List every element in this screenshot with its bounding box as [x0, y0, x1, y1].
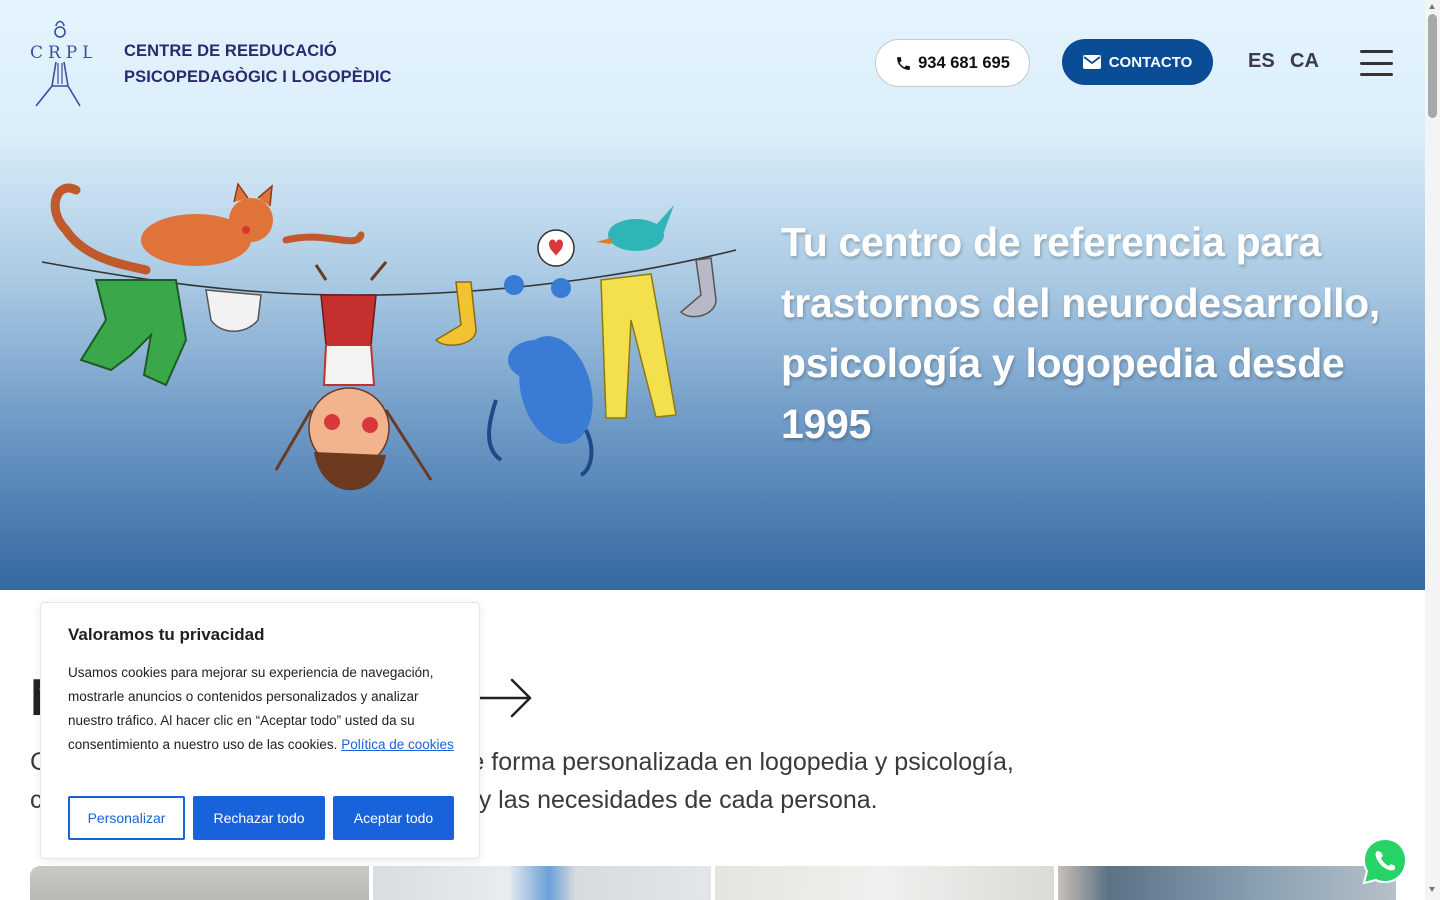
cookie-consent-banner: Valoramos tu privacidad Usamos cookies p… — [40, 602, 480, 859]
page-scrollbar[interactable] — [1425, 0, 1440, 900]
whatsapp-icon[interactable] — [1360, 836, 1410, 886]
contact-label: CONTACTO — [1108, 53, 1193, 71]
cookie-body: Usamos cookies para mejorar su experienc… — [68, 661, 458, 757]
phone-button[interactable]: 934 681 695 — [875, 39, 1030, 87]
scroll-up-icon[interactable] — [1429, 4, 1435, 9]
brand-line-2: PSICOPEDAGÒGIC I LOGOPÈDIC — [124, 68, 392, 86]
lang-es-link[interactable]: ES — [1248, 50, 1275, 73]
phone-label: 934 681 695 — [918, 53, 1010, 72]
menu-icon[interactable] — [1360, 50, 1394, 76]
arrow-right-icon[interactable] — [478, 676, 534, 720]
hero-illustration — [41, 182, 737, 491]
phone-icon — [897, 56, 910, 70]
crpl-logo[interactable]: CRPL — [28, 18, 92, 108]
cookie-title: Valoramos tu privacidad — [68, 625, 265, 644]
customize-button[interactable]: Personalizar — [68, 796, 185, 840]
lang-ca-link[interactable]: CA — [1290, 50, 1319, 73]
contact-button[interactable]: CONTACTO — [1062, 39, 1213, 85]
brand-line-1: CENTRE DE REEDUCACIÓ — [124, 42, 337, 60]
gallery-photo[interactable] — [372, 866, 711, 900]
svg-text:CRPL: CRPL — [30, 43, 92, 63]
scroll-thumb[interactable] — [1428, 14, 1437, 118]
mail-icon — [1082, 55, 1101, 69]
brand-name[interactable]: CENTRE DE REEDUCACIÓ PSICOPEDAGÒGIC I LO… — [124, 38, 392, 90]
cookie-policy-link[interactable]: Política de cookies — [341, 737, 454, 752]
hero-headline: Tu centro de referencia para trastornos … — [781, 219, 1380, 447]
scroll-down-icon[interactable] — [1429, 887, 1435, 892]
accept-all-button[interactable]: Aceptar todo — [333, 796, 454, 840]
reject-all-button[interactable]: Rechazar todo — [193, 796, 325, 840]
gallery-photo[interactable] — [1057, 866, 1396, 900]
gallery-photo[interactable] — [715, 866, 1054, 900]
gallery-photo[interactable] — [30, 866, 369, 900]
cookie-actions: Personalizar Rechazar todo Aceptar todo — [68, 796, 454, 840]
photo-gallery — [30, 866, 1396, 900]
